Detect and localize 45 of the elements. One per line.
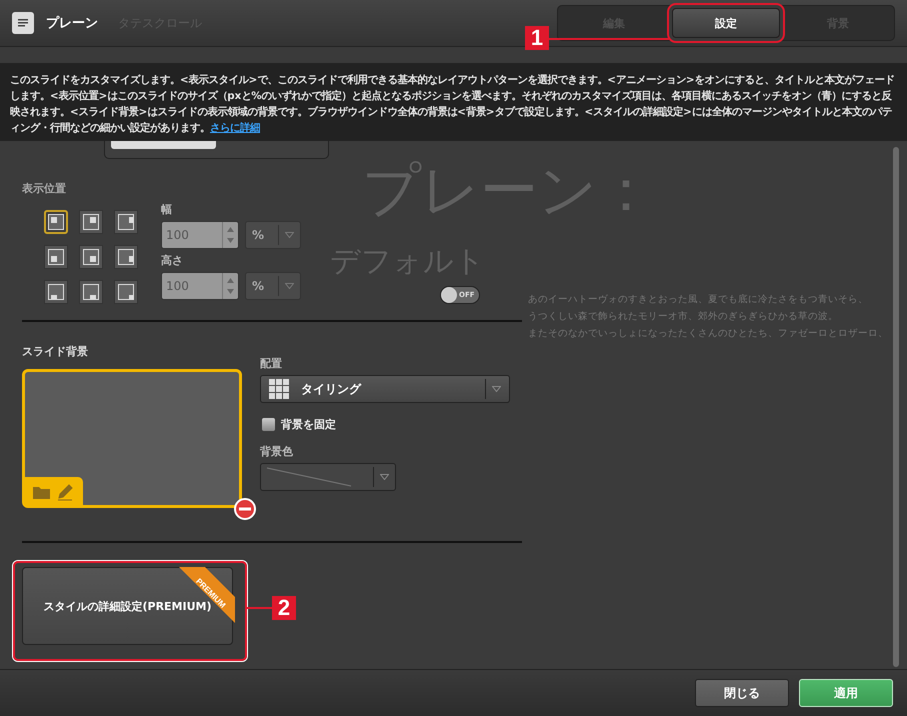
position-button[interactable] — [79, 210, 103, 234]
style-dropdown[interactable] — [104, 141, 329, 159]
pencil-icon[interactable] — [56, 483, 74, 501]
image-drop-area[interactable] — [22, 369, 242, 508]
menu-icon — [16, 17, 30, 29]
position-button[interactable] — [114, 210, 138, 234]
preview-text: あのイーハトーヴォのすきとおった風、夏でも底に冷たさをもつ青いそら、 — [528, 293, 868, 307]
caret-icon — [492, 386, 501, 392]
position-button[interactable] — [44, 280, 68, 304]
field-label: 幅 — [161, 202, 173, 217]
height-field[interactable]: 100 — [161, 272, 239, 300]
callout-number: 1 — [525, 26, 549, 50]
close-button[interactable]: 閉じる — [695, 679, 789, 707]
section-label: スライド背景 — [22, 344, 88, 359]
position-button[interactable] — [44, 245, 68, 269]
caret-icon — [285, 232, 294, 238]
position-button[interactable] — [79, 245, 103, 269]
width-field[interactable]: 100 — [161, 221, 239, 249]
position-button[interactable] — [44, 210, 68, 234]
section-label: 表示位置 — [22, 181, 66, 196]
caret-icon — [285, 283, 294, 289]
preview-text: うつくしい森で飾られたモリーオ市、郊外のぎらぎらひかる草の波。 — [528, 310, 838, 324]
callout-number: 2 — [272, 596, 296, 620]
checkbox-label: 背景を固定 — [281, 417, 336, 432]
grid-icon — [269, 379, 289, 399]
help-text: このスライドをカスタマイズします。<表示スタイル>で、このスライドで利用できる基本的なレイアウトパターンを選択できます。<アニメーション>をオンにすると、タイトルと本文がフェードします。<表示位置>はこのスライドのサイズ（pxと%のいずれかで指定）と起点となるポジションを選べます。それぞれのカスタマイズ項目は、各項目横にあるスイッチをオン（青）にすると反映されます。<スライド背景>はスライドの表示領域の背景です。ブラウザウインドウ全体の背景は<背景>タブで設定します。<スタイルの詳細設定>には全体のマージンやタイトルと本文のパティング・行間などの細かい設定があります。さらに詳細 — [0, 63, 907, 141]
arrangement-dropdown[interactable]: タイリング — [260, 375, 510, 403]
unit-dropdown[interactable]: % — [245, 272, 301, 300]
remove-icon[interactable] — [234, 498, 256, 520]
folder-icon[interactable] — [32, 484, 52, 500]
unit-dropdown[interactable]: % — [245, 221, 301, 249]
caret-icon — [380, 474, 389, 480]
preview-text: またそのなかでいっしょになったたくさんのひとたち、ファゼーロとロザーロ、 — [528, 327, 888, 341]
more-link[interactable]: さらに詳細 — [210, 122, 260, 134]
window-title: プレーン — [46, 14, 98, 32]
menu-button[interactable] — [12, 12, 34, 34]
checkbox[interactable] — [262, 418, 275, 431]
position-button[interactable] — [114, 280, 138, 304]
position-button[interactable] — [114, 245, 138, 269]
field-label: 背景色 — [260, 444, 294, 459]
position-button[interactable] — [79, 280, 103, 304]
field-label: 配置 — [260, 356, 283, 371]
color-dropdown[interactable] — [260, 463, 396, 491]
field-label: 高さ — [161, 253, 184, 268]
apply-button[interactable]: 適用 — [799, 679, 893, 707]
